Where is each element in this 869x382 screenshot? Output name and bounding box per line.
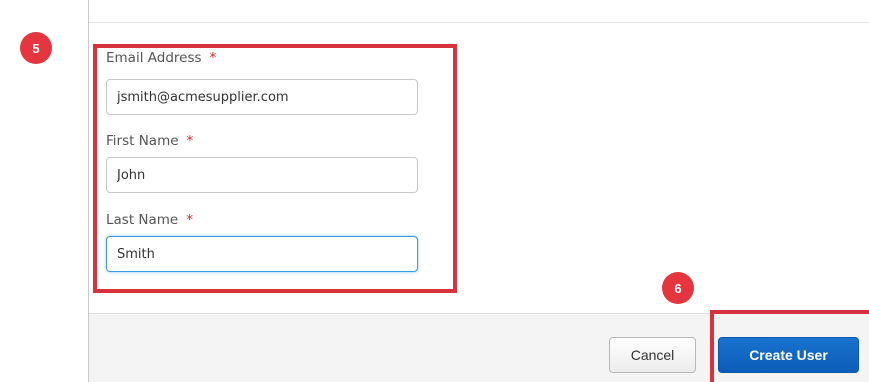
email-required-asterisk: *	[209, 50, 217, 66]
last-name-field[interactable]	[106, 236, 418, 272]
last-name-label-text: Last Name	[106, 212, 179, 228]
first-name-field[interactable]	[106, 157, 418, 193]
screenshot-stage: 5 Email Address * First Name * Last Name * …	[0, 0, 869, 382]
last-name-required-asterisk: *	[186, 212, 193, 228]
first-name-required-asterisk: *	[186, 133, 194, 149]
first-name-label-text: First Name	[106, 133, 179, 149]
dialog-footer: Cancel Create User	[89, 313, 869, 382]
step-badge-5: 5	[20, 32, 52, 64]
email-label-text: Email Address	[106, 50, 202, 66]
dialog-divider	[89, 22, 869, 23]
email-field[interactable]	[106, 79, 418, 115]
last-name-label: Last Name *	[106, 212, 193, 228]
first-name-label: First Name *	[106, 133, 193, 149]
email-label: Email Address *	[106, 50, 216, 66]
create-user-button[interactable]: Create User	[718, 337, 859, 373]
step-badge-6: 6	[662, 272, 694, 304]
cancel-button[interactable]: Cancel	[609, 337, 696, 373]
create-user-dialog: Email Address * First Name * Last Name * Ca…	[88, 0, 869, 382]
